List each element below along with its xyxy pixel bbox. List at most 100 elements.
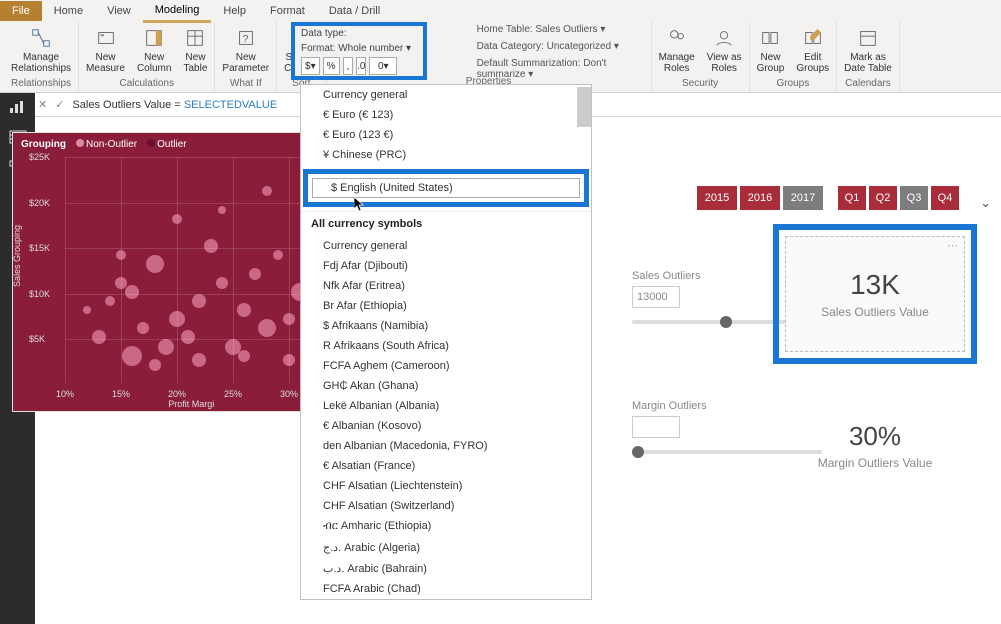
slider-thumb[interactable] — [720, 316, 732, 328]
new-table-button[interactable]: New Table — [178, 24, 212, 76]
scrollbar-thumb[interactable] — [577, 87, 591, 127]
dropdown-item-selected[interactable]: $ English (United States) — [312, 178, 580, 198]
year-2015-button[interactable]: 2015 — [697, 186, 737, 210]
x-axis-label: Profit Margi — [168, 399, 214, 409]
slicer-value-input[interactable] — [632, 416, 680, 438]
currency-button[interactable]: $ ▾ — [301, 57, 320, 75]
slicer-value-input[interactable] — [632, 286, 680, 308]
group-label: Groups — [776, 78, 809, 92]
dropdown-item[interactable]: € Euro (€ 123) — [301, 105, 591, 125]
format-label[interactable]: Format: Whole number ▾ — [295, 41, 423, 56]
new-group-button[interactable]: New Group — [752, 24, 790, 76]
dropdown-item[interactable]: € Euro (123 €) — [301, 125, 591, 145]
dropdown-item[interactable]: € Alsatian (France) — [301, 456, 591, 476]
tab-data-drill[interactable]: Data / Drill — [317, 1, 392, 21]
report-view-icon[interactable] — [8, 99, 28, 115]
q4-button[interactable]: Q4 — [931, 186, 959, 210]
data-point[interactable] — [149, 359, 161, 371]
chart-legend: Grouping Non-Outlier Outlier — [21, 139, 187, 150]
edit-groups-button[interactable]: Edit Groups — [791, 24, 834, 76]
data-point[interactable] — [105, 296, 115, 306]
dropdown-item[interactable]: Lekë Albanian (Albania) — [301, 396, 591, 416]
parameter-icon: ? — [234, 26, 258, 50]
formula-text[interactable]: Sales Outliers Value = SELECTEDVALUE — [72, 98, 277, 111]
data-point[interactable] — [216, 277, 228, 289]
new-column-button[interactable]: New Column — [132, 24, 176, 76]
tab-file[interactable]: File — [0, 1, 42, 21]
dropdown-item[interactable]: CHF Alsatian (Liechtenstein) — [301, 476, 591, 496]
data-type-label[interactable]: Data type: — [295, 26, 423, 41]
dropdown-item[interactable]: FCFA Aghem (Cameroon) — [301, 356, 591, 376]
dropdown-item[interactable]: ብር Amharic (Ethiopia) — [301, 516, 591, 537]
dropdown-item[interactable]: د.ج. Arabic (Algeria) — [301, 537, 591, 558]
percent-button[interactable]: % — [323, 57, 340, 75]
data-point[interactable] — [83, 306, 91, 314]
data-point[interactable] — [137, 322, 149, 334]
new-parameter-button[interactable]: ?New Parameter — [217, 24, 274, 76]
data-point[interactable] — [92, 330, 106, 344]
card-menu-icon[interactable]: ⋯ — [947, 239, 958, 252]
data-point[interactable] — [122, 346, 142, 366]
tab-format[interactable]: Format — [258, 1, 317, 21]
data-point[interactable] — [273, 250, 283, 260]
dropdown-item[interactable]: € Albanian (Kosovo) — [301, 416, 591, 436]
data-point[interactable] — [181, 330, 195, 344]
expand-formula-icon[interactable]: ⌄ — [980, 195, 991, 211]
year-2017-button[interactable]: 2017 — [783, 186, 823, 210]
sales-outliers-card[interactable]: ⋯ 13K Sales Outliers Value — [785, 236, 965, 352]
margin-outliers-card[interactable]: 30% Margin Outliers Value — [779, 400, 971, 490]
cancel-formula-icon[interactable]: ✕ — [38, 98, 47, 111]
view-as-roles-button[interactable]: View as Roles — [702, 24, 747, 76]
dropdown-item[interactable]: FCFA Arabic (Chad) — [301, 579, 591, 599]
data-point[interactable] — [158, 339, 174, 355]
tab-help[interactable]: Help — [211, 1, 258, 21]
dropdown-item[interactable]: CHF Alsatian (Switzerland) — [301, 496, 591, 516]
commit-formula-icon[interactable]: ✓ — [55, 98, 64, 111]
data-point[interactable] — [237, 303, 251, 317]
x-tick: 20% — [168, 389, 186, 399]
dropdown-item[interactable]: R Afrikaans (South Africa) — [301, 336, 591, 356]
manage-relationships-button[interactable]: Manage Relationships — [6, 24, 76, 76]
data-point[interactable] — [238, 350, 250, 362]
tab-home[interactable]: Home — [42, 1, 95, 21]
data-point[interactable] — [192, 353, 206, 367]
group-label: Security — [682, 78, 718, 92]
decimal-places-input[interactable]: 0 ▾ — [369, 57, 397, 75]
data-point[interactable] — [192, 294, 206, 308]
new-measure-button[interactable]: New Measure — [81, 24, 130, 76]
q3-button[interactable]: Q3 — [900, 186, 928, 210]
dropdown-item[interactable]: GH₵ Akan (Ghana) — [301, 376, 591, 396]
dropdown-item[interactable]: Currency general — [301, 236, 591, 256]
data-point[interactable] — [146, 255, 164, 273]
dropdown-item[interactable]: den Albanian (Macedonia, FYRO) — [301, 436, 591, 456]
data-point[interactable] — [125, 285, 139, 299]
dropdown-item[interactable]: ¥ Chinese (PRC) — [301, 145, 591, 165]
data-category-text[interactable]: Data Category: Uncategorized ▾ — [471, 39, 625, 54]
currency-dropdown[interactable]: Currency general€ Euro (€ 123)€ Euro (12… — [300, 84, 592, 600]
dropdown-item[interactable]: Nfk Afar (Eritrea) — [301, 276, 591, 296]
dropdown-item[interactable]: د.ب. Arabic (Bahrain) — [301, 558, 591, 579]
legend-dot-icon — [76, 139, 84, 147]
data-point[interactable] — [249, 268, 261, 280]
data-point[interactable] — [204, 239, 218, 253]
tab-modeling[interactable]: Modeling — [143, 0, 212, 23]
comma-button[interactable]: , — [343, 57, 354, 75]
slider-thumb[interactable] — [632, 446, 644, 458]
year-2016-button[interactable]: 2016 — [740, 186, 780, 210]
dropdown-item[interactable]: Fdj Afar (Djibouti) — [301, 256, 591, 276]
manage-roles-button[interactable]: Manage Roles — [654, 24, 700, 76]
tab-view[interactable]: View — [95, 1, 143, 21]
ribbon: Manage Relationships Relationships New M… — [0, 22, 1001, 93]
y-tick: $20K — [29, 198, 50, 208]
q1-button[interactable]: Q1 — [838, 186, 866, 210]
dropdown-item[interactable]: Br Afar (Ethiopia) — [301, 296, 591, 316]
data-point[interactable] — [262, 186, 272, 196]
data-point[interactable] — [218, 206, 226, 214]
q2-button[interactable]: Q2 — [869, 186, 897, 210]
mark-as-date-button[interactable]: Mark as Date Table — [839, 24, 897, 76]
data-point[interactable] — [258, 319, 276, 337]
dropdown-item[interactable]: $ Afrikaans (Namibia) — [301, 316, 591, 336]
home-table-text[interactable]: Home Table: Sales Outliers ▾ — [471, 22, 612, 37]
cursor-icon — [354, 197, 366, 213]
dropdown-item[interactable]: Currency general — [301, 85, 591, 105]
